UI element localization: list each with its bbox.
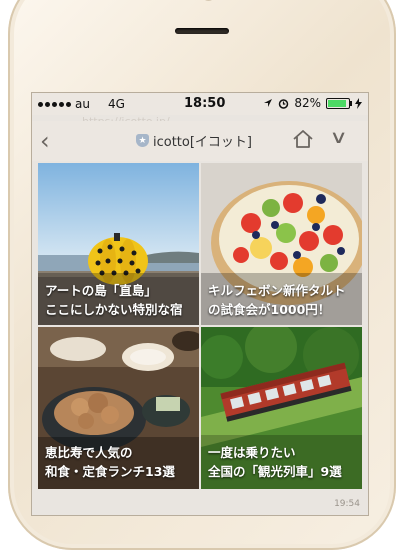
article-tile-tart[interactable]: キルフェボン新作タルト の試食会が1000円！ — [201, 163, 362, 325]
status-right: 82% — [263, 96, 362, 110]
battery-percent: 82% — [294, 96, 321, 110]
caption-line-2: 和食・定食ランチ13選 — [45, 464, 175, 479]
caption-line-2: の試食会が1000円！ — [208, 302, 331, 317]
tile-caption: アートの島「直島」 ここにしかない特別な宿 — [45, 281, 183, 319]
caption-line-1: 恵比寿で人気の — [45, 445, 133, 460]
alarm-icon — [279, 98, 289, 109]
network-label: 4G — [107, 97, 125, 111]
caption-line-2: 全国の「観光列車」9選 — [208, 464, 342, 479]
charging-icon — [355, 97, 362, 109]
article-tile-naoshima[interactable]: アートの島「直島」 ここにしかない特別な宿 — [38, 163, 199, 325]
corner-timestamp: 19:54 — [334, 499, 360, 509]
site-title[interactable]: ★ icotto[イコット] — [136, 131, 252, 150]
site-name: icotto[イコット] — [153, 135, 253, 150]
article-tile-train[interactable]: 一度は乗りたい 全国の「観光列車」9選 — [201, 327, 362, 489]
status-time: 18:50 — [184, 96, 226, 111]
signal-icon — [38, 101, 71, 107]
battery-fill — [328, 99, 347, 107]
tile-caption: 恵比寿で人気の 和食・定食ランチ13選 — [45, 443, 175, 481]
navigation-bar: ‹ ★ icotto[イコット] ∨ — [32, 121, 368, 161]
earpiece-speaker — [175, 28, 229, 34]
battery-icon — [326, 97, 352, 109]
tile-caption: キルフェボン新作タルト の試食会が1000円！ — [208, 281, 346, 319]
article-tile-ebisu-lunch[interactable]: 恵比寿で人気の 和食・定食ランチ13選 — [38, 327, 199, 489]
caption-line-2: ここにしかない特別な宿 — [45, 302, 183, 317]
back-button[interactable]: ‹ — [40, 127, 50, 155]
home-icon[interactable] — [292, 129, 314, 149]
status-bar: au 4G 18:50 82% — [32, 93, 368, 115]
carrier-label: au — [75, 97, 90, 111]
article-grid: アートの島「直島」 ここにしかない特別な宿 キルフェボン新作タルト の試食会が1… — [38, 163, 362, 489]
location-icon — [264, 99, 273, 107]
status-left: au 4G — [38, 97, 125, 111]
caption-line-1: キルフェボン新作タルト — [208, 283, 346, 298]
tile-caption: 一度は乗りたい 全国の「観光列車」9選 — [208, 443, 342, 481]
menu-chevron-button[interactable]: ∨ — [329, 127, 347, 148]
shield-icon: ★ — [136, 134, 149, 147]
caption-line-1: アートの島「直島」 — [45, 283, 157, 298]
phone-screen: au 4G 18:50 82% https://icotto.jp/ ‹ ★ i… — [32, 93, 368, 515]
caption-line-1: 一度は乗りたい — [208, 445, 296, 460]
